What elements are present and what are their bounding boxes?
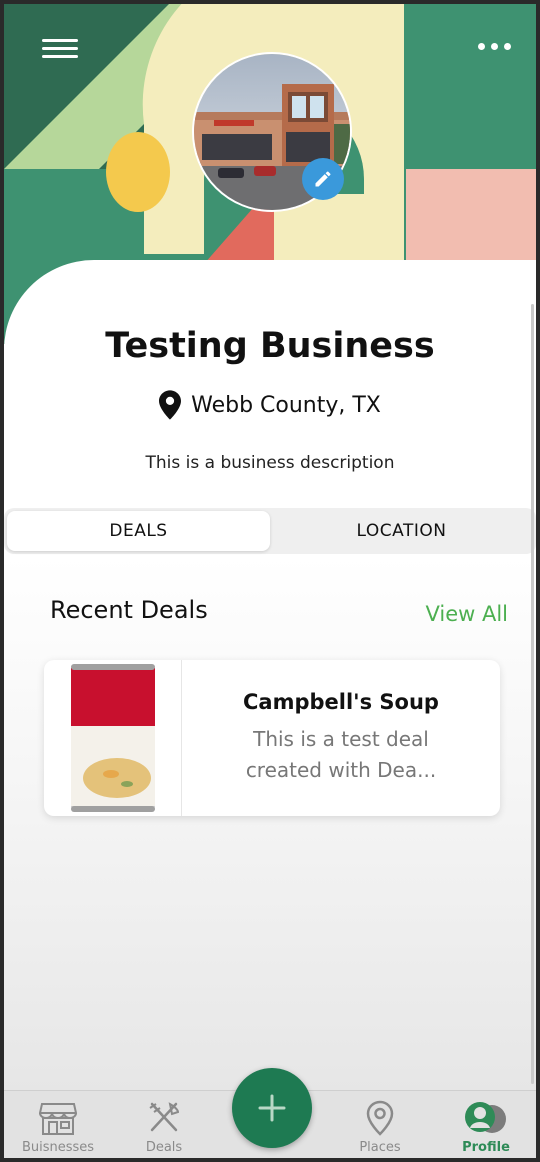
hamburger-line — [42, 47, 78, 50]
nav-label: Places — [359, 1140, 401, 1155]
deal-description-line: created with Dea... — [245, 758, 437, 782]
profile-icon — [465, 1102, 506, 1133]
business-location: Webb County, TX — [191, 392, 381, 418]
nav-deals[interactable]: Deals — [114, 1091, 214, 1158]
soup-can-image — [70, 664, 155, 812]
view-all-link[interactable]: View All — [425, 602, 508, 626]
more-dots-icon — [503, 42, 511, 50]
fork-knife-icon — [149, 1102, 180, 1132]
tab-location[interactable]: LOCATION — [270, 511, 533, 551]
plus-icon — [258, 1094, 286, 1122]
map-pin-icon — [159, 390, 182, 420]
nav-label: Deals — [145, 1140, 183, 1155]
add-button[interactable] — [232, 1068, 312, 1148]
hamburger-line — [42, 55, 78, 58]
tab-bar: DEALS LOCATION — [4, 508, 536, 554]
hamburger-line — [42, 39, 78, 42]
app-screen: Testing Business Webb County, TX This is… — [4, 4, 536, 1158]
more-dots-icon — [490, 42, 498, 50]
more-dots-icon — [477, 42, 485, 50]
more-options-button[interactable] — [474, 34, 514, 58]
deal-card[interactable]: Campbell's Soup This is a test deal crea… — [44, 660, 500, 816]
nav-places[interactable]: Places — [330, 1091, 430, 1158]
pencil-icon — [315, 171, 331, 187]
scrollbar[interactable] — [531, 304, 534, 1084]
nav-profile[interactable]: Profile — [436, 1091, 536, 1158]
deal-info: Campbell's Soup This is a test deal crea… — [182, 660, 500, 816]
nav-label: Profile — [462, 1140, 510, 1155]
deals-section-background — [4, 556, 536, 1096]
nav-businesses[interactable]: Buisnesses — [8, 1091, 108, 1158]
business-name: Testing Business — [105, 326, 435, 366]
nav-label: Buisnesses — [21, 1140, 95, 1155]
tab-deals[interactable]: DEALS — [7, 511, 270, 551]
menu-button[interactable] — [40, 34, 80, 66]
location-row: Webb County, TX — [4, 390, 536, 420]
map-pin-icon — [366, 1100, 394, 1136]
store-icon — [39, 1103, 77, 1135]
business-description: This is a business description — [145, 453, 395, 473]
deal-thumbnail — [44, 660, 182, 816]
edit-avatar-button[interactable] — [302, 158, 344, 200]
deal-description-line: This is a test deal — [253, 727, 429, 751]
deal-description: This is a test deal created with Dea... — [246, 724, 436, 786]
deal-title: Campbell's Soup — [243, 690, 439, 714]
recent-deals-title: Recent Deals — [50, 596, 208, 624]
